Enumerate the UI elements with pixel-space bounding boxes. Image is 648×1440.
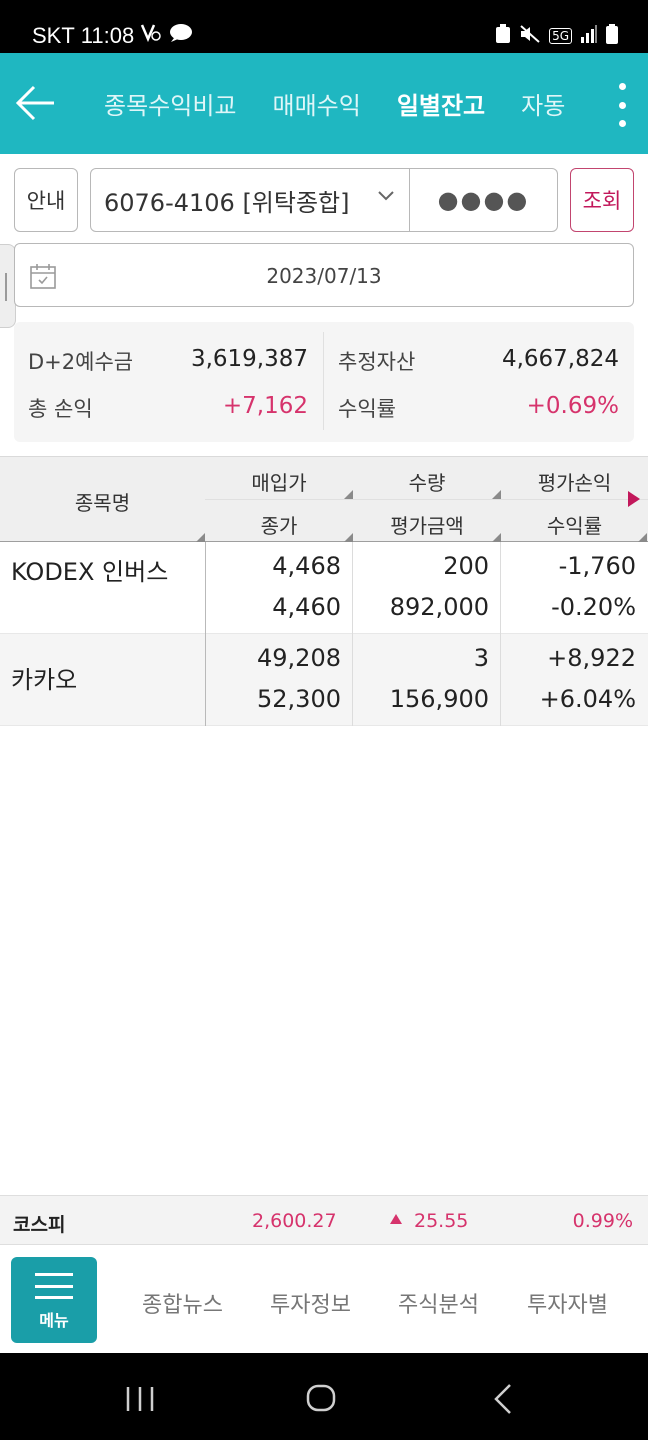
return-rate: -0.20% <box>551 593 636 621</box>
sort-indicator-icon <box>344 490 353 499</box>
tab-daily-balance[interactable]: 일별잔고 <box>397 86 485 121</box>
status-bar: SKT 11:08 5G <box>0 0 648 53</box>
quantity: 3 <box>473 644 489 672</box>
recycle-icon <box>495 24 511 48</box>
system-nav-bar <box>0 1353 648 1440</box>
nav-investment-info[interactable]: 투자정보 <box>270 1287 351 1319</box>
mute-icon <box>519 24 541 48</box>
sort-indicator-icon <box>344 533 353 542</box>
sort-indicator-icon <box>492 533 501 542</box>
signal-icon <box>580 25 598 47</box>
column-divider <box>205 542 206 726</box>
time-label: 11:08 <box>80 23 135 48</box>
sort-indicator-icon <box>638 533 647 542</box>
market-index-bar[interactable]: 코스피 2,600.27 25.55 0.99% <box>0 1195 648 1245</box>
account-value: 6076-4106 [위탁종합] <box>104 188 350 217</box>
return-rate: +6.04% <box>539 685 636 713</box>
stock-name: 카카오 <box>11 666 78 694</box>
buy-price: 49,208 <box>257 644 341 672</box>
up-triangle-icon <box>390 1214 402 1224</box>
tab-stock-profit-compare[interactable]: 종목수익비교 <box>104 86 236 121</box>
nav-news[interactable]: 종합뉴스 <box>142 1287 223 1319</box>
sort-indicator-icon <box>492 490 501 499</box>
search-button[interactable]: 조회 <box>570 168 634 232</box>
password-field[interactable]: ●●●● <box>410 168 558 232</box>
close-price: 52,300 <box>257 685 341 713</box>
index-name: 코스피 <box>13 1214 66 1236</box>
nav-stock-analysis[interactable]: 주식분석 <box>398 1287 479 1319</box>
return-label: 수익률 <box>338 397 396 421</box>
deposit-label: D+2예수금 <box>28 350 134 374</box>
buy-price: 4,468 <box>272 552 341 580</box>
scroll-right-arrow-icon[interactable] <box>628 491 640 507</box>
hamburger-icon <box>35 1273 73 1299</box>
eval-amount: 156,900 <box>389 685 489 713</box>
eval-amount: 892,000 <box>389 593 489 621</box>
index-change-pct: 0.99% <box>572 1210 633 1232</box>
bottom-nav: 메뉴 종합뉴스 투자정보 주식분석 투자자별 <box>0 1245 648 1353</box>
header-quantity[interactable]: 수량 <box>353 467 501 496</box>
quantity: 200 <box>443 552 489 580</box>
header-close-price[interactable]: 종가 <box>205 510 353 539</box>
home-icon[interactable] <box>305 1383 337 1413</box>
index-value: 2,600.27 <box>252 1210 337 1232</box>
chat-bubble-icon <box>168 22 194 50</box>
table-row[interactable]: KODEX 인버스 4,468 4,460 200 892,000 -1,760… <box>0 542 648 634</box>
back-button[interactable] <box>14 81 58 125</box>
header-return-rate[interactable]: 수익률 <box>501 510 648 539</box>
index-change: 25.55 <box>414 1210 469 1232</box>
battery-icon <box>606 24 618 48</box>
tab-trade-profit[interactable]: 매매수익 <box>272 86 360 121</box>
table-header: 종목명 매입가 수량 평가손익 종가 평가금액 수익률 <box>0 456 648 542</box>
return-value: +0.69% <box>526 393 619 419</box>
account-select[interactable]: 6076-4106 [위탁종합] <box>90 168 410 232</box>
header-stock-name[interactable]: 종목명 <box>0 487 205 516</box>
chevron-down-icon <box>378 191 394 201</box>
eval-pl: +8,922 <box>547 644 636 672</box>
call-status-icon <box>140 22 162 50</box>
system-back-icon[interactable] <box>492 1383 514 1415</box>
date-field[interactable]: 2023/07/13 <box>14 243 634 307</box>
nav-by-investor[interactable]: 투자자별 <box>527 1287 608 1319</box>
status-right: 5G <box>495 24 618 48</box>
menu-label: 메뉴 <box>39 1311 69 1330</box>
column-divider <box>500 542 501 726</box>
more-dot-icon <box>618 120 626 127</box>
carrier-label: SKT <box>32 23 75 48</box>
close-price: 4,460 <box>272 593 341 621</box>
network-label: 5G <box>549 28 572 44</box>
menu-button[interactable]: 메뉴 <box>11 1257 97 1343</box>
info-button[interactable]: 안내 <box>14 168 78 232</box>
summary-divider <box>323 332 324 430</box>
account-summary: D+2예수금 3,619,387 총 손익 +7,162 추정자산 4,667,… <box>14 322 634 442</box>
recent-apps-icon[interactable] <box>124 1385 156 1413</box>
estimated-assets-value: 4,667,824 <box>501 346 619 372</box>
header-eval-pl[interactable]: 평가손익 <box>501 467 648 496</box>
table-row[interactable]: 카카오 49,208 52,300 3 156,900 +8,922 +6.04… <box>0 634 648 726</box>
date-value: 2023/07/13 <box>266 264 382 288</box>
more-dot-icon <box>618 101 626 109</box>
more-dot-icon <box>618 83 626 90</box>
tab-bar: 종목수익비교 매매수익 일별잔고 자동 <box>104 53 601 154</box>
header-eval-amount[interactable]: 평가금액 <box>353 510 501 539</box>
sort-indicator-icon <box>196 533 205 542</box>
deposit-value: 3,619,387 <box>190 346 308 372</box>
more-menu-button[interactable] <box>612 83 632 127</box>
status-left: SKT 11:08 <box>32 22 194 50</box>
tab-auto[interactable]: 자동 <box>521 86 565 121</box>
app-header: 종목수익비교 매매수익 일별잔고 자동 <box>0 53 648 154</box>
total-pl-label: 총 손익 <box>28 397 93 421</box>
stock-name: KODEX 인버스 <box>11 558 169 586</box>
total-pl-value: +7,162 <box>222 393 308 419</box>
column-divider <box>352 542 353 726</box>
holdings-table: 종목명 매입가 수량 평가손익 종가 평가금액 수익률 KODEX 인버스 4,… <box>0 456 648 726</box>
eval-pl: -1,760 <box>558 552 636 580</box>
header-buy-price[interactable]: 매입가 <box>205 467 353 496</box>
header-divider <box>205 499 648 500</box>
back-arrow-icon <box>15 85 54 121</box>
estimated-assets-label: 추정자산 <box>338 350 416 374</box>
